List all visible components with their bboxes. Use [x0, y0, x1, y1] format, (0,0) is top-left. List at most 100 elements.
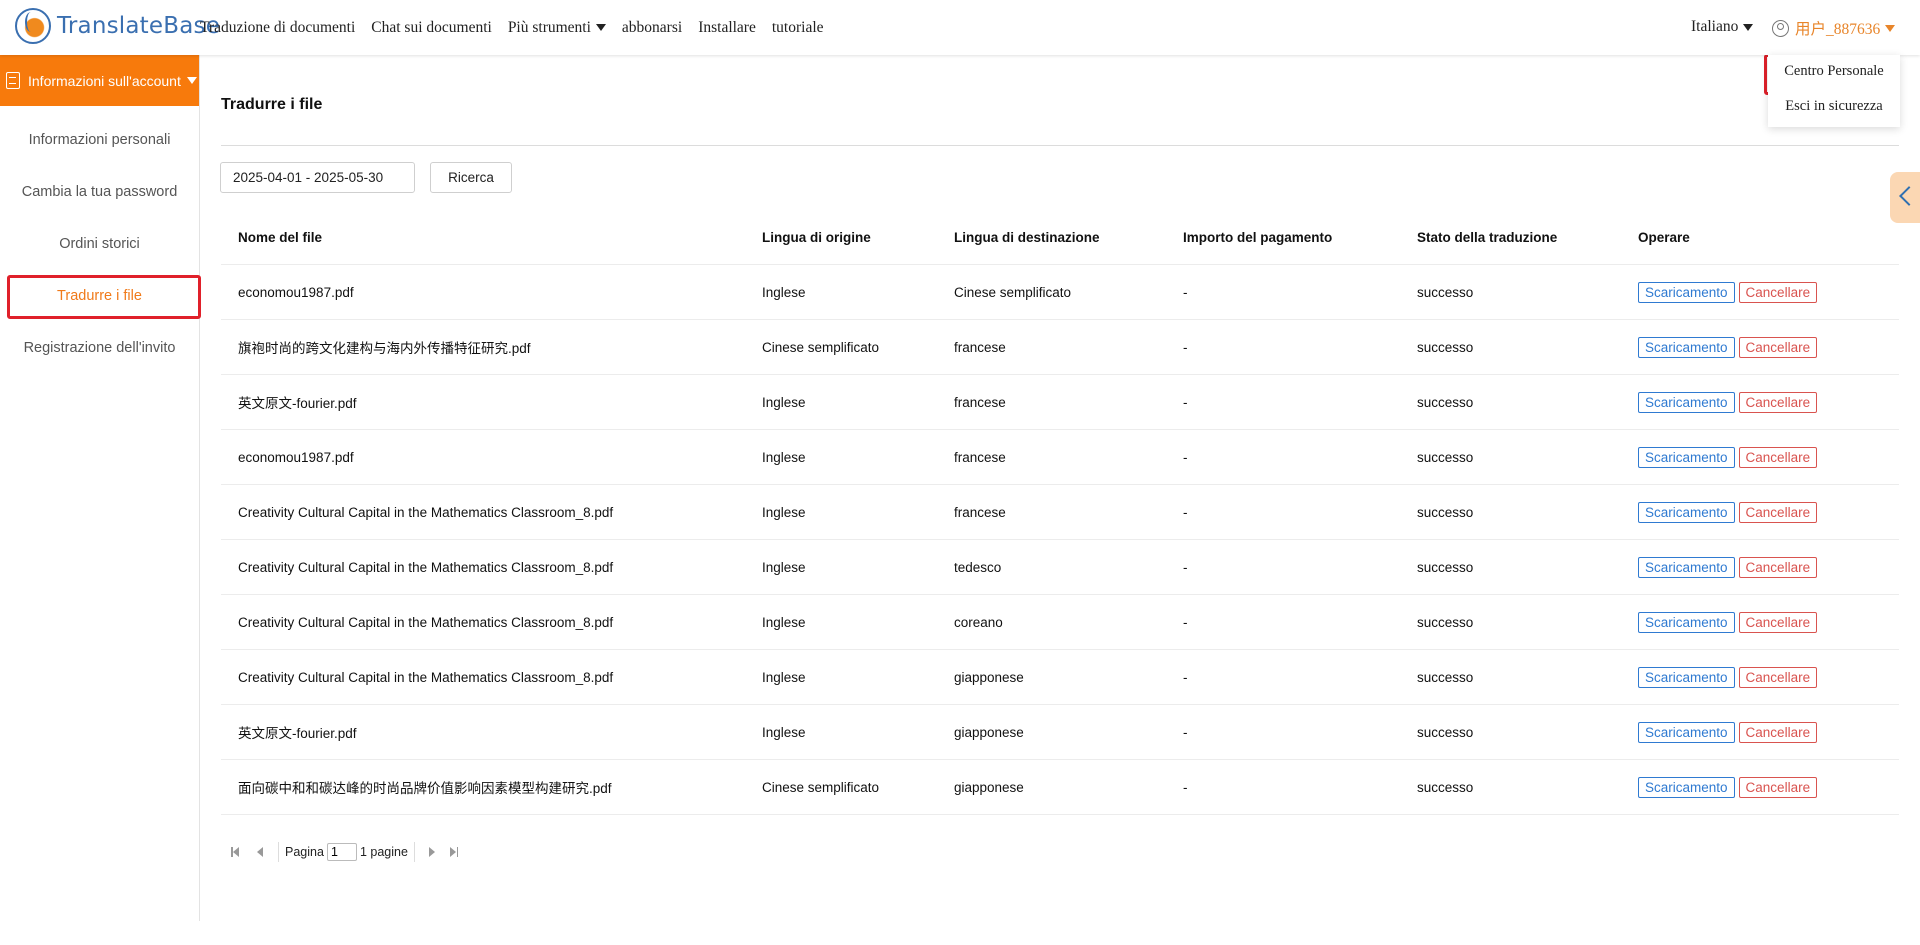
source-language-cell: Inglese	[745, 374, 937, 430]
page-label: Pagina	[285, 845, 324, 859]
previous-page-button[interactable]	[250, 843, 272, 861]
delete-button[interactable]: Cancellare	[1738, 446, 1818, 468]
operations-cell: Scaricamento Cancellare	[1621, 594, 1899, 650]
target-language-cell: tedesco	[937, 539, 1166, 595]
sidebar-header-label: Informazioni sull'account	[28, 72, 181, 89]
table-row: Creativity Cultural Capital in the Mathe…	[221, 484, 1899, 540]
download-button[interactable]: Scaricamento	[1638, 776, 1735, 798]
operations-cell: Scaricamento Cancellare	[1621, 484, 1899, 540]
delete-button[interactable]: Cancellare	[1738, 336, 1818, 358]
file-name-cell: economou1987.pdf	[221, 429, 745, 485]
payment-amount-cell: -	[1166, 319, 1400, 375]
language-select[interactable]: Italiano	[1691, 18, 1754, 36]
translation-status-cell: successo	[1400, 704, 1621, 760]
column-header: Nome del file	[221, 210, 745, 265]
target-language-cell: Cinese semplificato	[937, 264, 1166, 320]
first-page-button[interactable]	[228, 843, 250, 861]
nav-document-chat[interactable]: Chat sui documenti	[371, 19, 492, 37]
delete-button[interactable]: Cancellare	[1738, 611, 1818, 633]
delete-button[interactable]: Cancellare	[1738, 281, 1818, 303]
source-language-cell: Inglese	[745, 484, 937, 540]
source-language-cell: Inglese	[745, 704, 937, 760]
delete-button[interactable]: Cancellare	[1738, 501, 1818, 523]
delete-button[interactable]: Cancellare	[1738, 391, 1818, 413]
download-button[interactable]: Scaricamento	[1638, 446, 1735, 468]
delete-button[interactable]: Cancellare	[1738, 666, 1818, 688]
nav-install[interactable]: Installare	[698, 19, 756, 37]
logo-text: TranslateBase	[57, 13, 221, 39]
last-page-arrow	[449, 847, 456, 857]
user-dropdown: Centro Personale Esci in sicurezza	[1768, 55, 1900, 127]
translation-status-cell: successo	[1400, 374, 1621, 430]
operations-cell: Scaricamento Cancellare	[1621, 429, 1899, 485]
delete-button[interactable]: Cancellare	[1738, 776, 1818, 798]
sidebar-toggle-tab[interactable]	[1890, 172, 1920, 223]
source-language-cell: Inglese	[745, 539, 937, 595]
download-button[interactable]: Scaricamento	[1638, 556, 1735, 578]
column-header: Stato della traduzione	[1400, 210, 1621, 265]
dropdown-personal-center[interactable]: Centro Personale	[1768, 63, 1900, 80]
main-nav: Traduzione di documenti Chat sui documen…	[200, 0, 840, 55]
translation-status-cell: successo	[1400, 319, 1621, 375]
nav-document-translation[interactable]: Traduzione di documenti	[200, 19, 355, 37]
file-name-cell: economou1987.pdf	[221, 264, 745, 320]
download-button[interactable]: Scaricamento	[1638, 501, 1735, 523]
last-page-button[interactable]	[443, 843, 465, 861]
next-page-button[interactable]	[421, 843, 443, 861]
file-name-cell: 英文原文-fourier.pdf	[221, 374, 745, 430]
download-button[interactable]: Scaricamento	[1638, 611, 1735, 633]
nav-subscribe[interactable]: abbonarsi	[622, 19, 682, 37]
target-language-cell: giapponese	[937, 704, 1166, 760]
target-language-cell: giapponese	[937, 759, 1166, 815]
file-name-cell: 旗袍时尚的跨文化建构与海内外传播特征研究.pdf	[221, 319, 745, 375]
column-header: Lingua di origine	[745, 210, 937, 265]
payment-amount-cell: -	[1166, 484, 1400, 540]
download-button[interactable]: Scaricamento	[1638, 666, 1735, 688]
table-row: Creativity Cultural Capital in the Mathe…	[221, 539, 1899, 595]
table-row: 旗袍时尚的跨文化建构与海内外传播特征研究.pdf Cinese semplific…	[221, 319, 1899, 375]
first-page-arrow	[233, 847, 239, 857]
delete-button[interactable]: Cancellare	[1738, 721, 1818, 743]
operations-cell: Scaricamento Cancellare	[1621, 704, 1899, 760]
dropdown-logout[interactable]: Esci in sicurezza	[1768, 98, 1900, 115]
chevron-down-icon	[595, 24, 606, 31]
search-button[interactable]: Ricerca	[430, 162, 512, 193]
sidebar-item-translate-files[interactable]: Tradurre i file	[0, 288, 199, 304]
source-language-cell: Cinese semplificato	[745, 319, 937, 375]
operations-cell: Scaricamento Cancellare	[1621, 759, 1899, 815]
operations-cell: Scaricamento Cancellare	[1621, 264, 1899, 320]
page-number-input[interactable]	[326, 843, 357, 861]
table-header-row: Nome del file Lingua di origine Lingua d…	[221, 210, 1899, 265]
sidebar-item-change-password[interactable]: Cambia la tua password	[0, 184, 199, 200]
payment-amount-cell: -	[1166, 429, 1400, 485]
operations-cell: Scaricamento Cancellare	[1621, 374, 1899, 430]
nav-more-tools[interactable]: Più strumenti	[508, 19, 606, 37]
logo[interactable]: TranslateBase	[15, 8, 220, 44]
translation-status-cell: successo	[1400, 649, 1621, 705]
operations-cell: Scaricamento Cancellare	[1621, 319, 1899, 375]
download-button[interactable]: Scaricamento	[1638, 391, 1735, 413]
download-button[interactable]: Scaricamento	[1638, 281, 1735, 303]
chevron-left-icon	[1899, 186, 1919, 206]
user-icon	[1772, 19, 1789, 37]
sidebar-item-personal-info[interactable]: Informazioni personali	[0, 132, 199, 148]
download-button[interactable]: Scaricamento	[1638, 721, 1735, 743]
divider	[413, 842, 415, 862]
sidebar-item-invite-registration[interactable]: Registrazione dell'invito	[0, 340, 199, 356]
file-name-cell: Creativity Cultural Capital in the Mathe…	[221, 484, 745, 540]
nav-tutorial[interactable]: tutoriale	[772, 19, 824, 37]
sidebar: Informazioni sull'account Informazioni p…	[0, 55, 200, 921]
date-range-input[interactable]: 2025-04-01 - 2025-05-30	[220, 162, 415, 193]
sidebar-header[interactable]: Informazioni sull'account	[0, 55, 199, 106]
column-header: Importo del pagamento	[1166, 210, 1400, 265]
source-language-cell: Inglese	[745, 429, 937, 485]
user-menu[interactable]: 用户_887636	[1772, 17, 1896, 39]
delete-button[interactable]: Cancellare	[1738, 556, 1818, 578]
download-button[interactable]: Scaricamento	[1638, 336, 1735, 358]
sidebar-item-order-history[interactable]: Ordini storici	[0, 236, 199, 252]
target-language-cell: giapponese	[937, 649, 1166, 705]
payment-amount-cell: -	[1166, 704, 1400, 760]
table-row: 面向碳中和和碳达峰的时尚品牌价值影响因素模型构建研究.pdf Cinese sem…	[221, 759, 1899, 815]
translation-status-cell: successo	[1400, 759, 1621, 815]
target-language-cell: francese	[937, 374, 1166, 430]
